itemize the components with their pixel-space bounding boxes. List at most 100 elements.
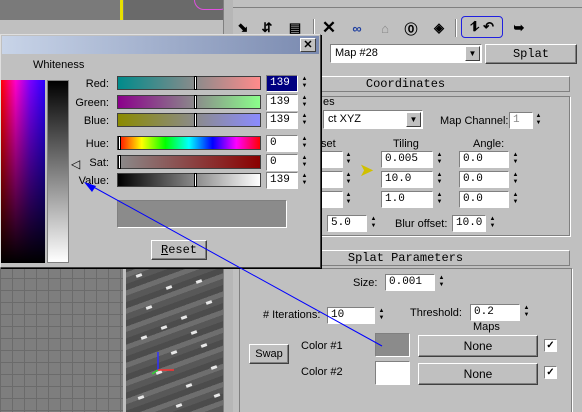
viewport-perspective[interactable] xyxy=(124,0,232,20)
hue-slider[interactable] xyxy=(117,136,261,150)
sat-field[interactable]: 0 xyxy=(266,154,298,171)
spinner-arrows-icon[interactable]: ▲ ▼ xyxy=(377,308,386,323)
map-name-dropdown[interactable]: Map #28 ▼ xyxy=(330,44,482,63)
value-field[interactable]: 139 xyxy=(266,172,298,189)
angle-u-spinner[interactable]: 0.0 ▲ ▼ xyxy=(459,151,521,168)
map-type-button[interactable]: Splat xyxy=(485,44,577,64)
blue-field[interactable]: 139 xyxy=(266,112,298,129)
blur-spinner[interactable]: 5.0 ▲ ▼ xyxy=(327,215,379,232)
iterations-spinner[interactable]: 10 ▲ ▼ xyxy=(327,307,389,324)
dialog-title-bar[interactable]: ✕ xyxy=(2,36,319,54)
mapping-dropdown[interactable]: ct XYZ ▼ xyxy=(323,110,423,129)
sat-slider-thumb[interactable] xyxy=(118,155,121,169)
red-slider[interactable] xyxy=(117,76,261,90)
spinner-arrows-icon[interactable]: ▲ ▼ xyxy=(344,192,353,207)
spinner-arrows-icon[interactable]: ▲ ▼ xyxy=(522,305,531,320)
chevron-down-icon[interactable]: ▼ xyxy=(465,46,480,61)
offset-v-spinner[interactable]: ▲ ▼ xyxy=(321,171,355,188)
spinner-arrows-icon[interactable]: ▲ ▼ xyxy=(344,172,353,187)
angle-w-spinner[interactable]: 0.0 ▲ ▼ xyxy=(459,191,521,208)
value-spinner[interactable]: 139 ▲ ▼ xyxy=(266,172,311,189)
hue-slider-thumb[interactable] xyxy=(118,136,121,150)
angle-v-field[interactable]: 0.0 xyxy=(459,171,509,188)
offset-w-field[interactable] xyxy=(321,191,343,208)
angle-v-spinner[interactable]: 0.0 ▲ ▼ xyxy=(459,171,521,188)
map1-enable-checkbox[interactable]: ✓ xyxy=(544,339,557,352)
spinner-arrows-icon[interactable]: ▲ ▼ xyxy=(488,216,497,231)
spinner-arrows-icon[interactable]: ▲ ▼ xyxy=(300,95,309,110)
blur-offset-field[interactable]: 10.0 xyxy=(452,215,486,232)
value-slider-thumb[interactable] xyxy=(194,173,197,187)
green-spinner[interactable]: 139 ▲ ▼ xyxy=(266,94,311,111)
offset-u-field[interactable] xyxy=(321,151,343,168)
spinner-arrows-icon[interactable]: ▲ ▼ xyxy=(300,113,309,128)
spinner-arrows-icon[interactable]: ▲ ▼ xyxy=(511,152,520,167)
reset-button[interactable]: Reset xyxy=(151,240,207,260)
red-slider-thumb[interactable] xyxy=(194,76,197,90)
map2-enable-checkbox[interactable]: ✓ xyxy=(544,366,557,379)
whiteness-slider[interactable] xyxy=(47,80,69,263)
whiteness-pointer-icon[interactable]: ◁ xyxy=(71,157,80,171)
blur-field[interactable]: 5.0 xyxy=(327,215,367,232)
offset-u-spinner[interactable]: ▲ ▼ xyxy=(321,151,355,168)
threshold-field[interactable]: 0.2 xyxy=(470,304,520,321)
spinner-arrows-icon[interactable]: ▲ ▼ xyxy=(300,155,309,170)
green-slider[interactable] xyxy=(117,95,261,109)
color1-swatch[interactable] xyxy=(375,333,410,357)
green-field[interactable]: 139 xyxy=(266,94,298,111)
spinner-arrows-icon[interactable]: ▲ ▼ xyxy=(344,152,353,167)
map-channel-spinner[interactable]: 1 ▲ ▼ xyxy=(509,112,545,129)
map1-button[interactable]: None xyxy=(418,335,538,357)
spinner-arrows-icon[interactable]: ▲ ▼ xyxy=(511,172,520,187)
angle-u-field[interactable]: 0.0 xyxy=(459,151,509,168)
sat-slider[interactable] xyxy=(117,155,261,169)
delete-icon[interactable]: ✕ xyxy=(319,18,339,38)
blue-slider-thumb[interactable] xyxy=(194,113,197,127)
go-forward-icon[interactable]: ➥ xyxy=(509,18,529,38)
make-unique-icon[interactable]: ∞ xyxy=(347,18,367,38)
swap-button[interactable]: Swap xyxy=(249,344,289,364)
blur-offset-spinner[interactable]: 10.0 ▲ ▼ xyxy=(452,215,498,232)
viewport-splat-preview[interactable] xyxy=(126,266,223,412)
viewport-grid[interactable] xyxy=(0,266,123,412)
tiling-w-field[interactable]: 1.0 xyxy=(381,191,433,208)
chevron-down-icon[interactable]: ▼ xyxy=(406,112,421,127)
spinner-arrows-icon[interactable]: ▲ ▼ xyxy=(435,192,444,207)
tiling-v-field[interactable]: 10.0 xyxy=(381,171,433,188)
hue-field[interactable]: 0 xyxy=(266,135,298,152)
spinner-arrows-icon[interactable]: ▲ ▼ xyxy=(369,216,378,231)
offset-w-spinner[interactable]: ▲ ▼ xyxy=(321,191,355,208)
spinner-arrows-icon[interactable]: ▲ ▼ xyxy=(437,275,446,290)
red-field[interactable]: 139 xyxy=(266,75,298,92)
green-slider-thumb[interactable] xyxy=(194,95,197,109)
close-icon[interactable]: ✕ xyxy=(300,38,316,52)
blue-slider[interactable] xyxy=(117,113,261,127)
spinner-arrows-icon[interactable]: ▲ ▼ xyxy=(300,173,309,188)
spinner-arrows-icon[interactable]: ▲ ▼ xyxy=(435,152,444,167)
tiling-w-spinner[interactable]: 1.0 ▲ ▼ xyxy=(381,191,446,208)
tiling-u-spinner[interactable]: 0.005 ▲ ▼ xyxy=(381,151,446,168)
spinner-arrows-icon[interactable]: ▲ ▼ xyxy=(511,192,520,207)
hue-spinner[interactable]: 0 ▲ ▼ xyxy=(266,135,311,152)
tiling-u-field[interactable]: 0.005 xyxy=(381,151,433,168)
material-id-icon[interactable]: ⓪ xyxy=(401,18,421,38)
put-to-library-icon[interactable]: ⌂ xyxy=(375,18,395,38)
size-spinner[interactable]: 0.001 ▲ ▼ xyxy=(385,274,447,291)
blue-spinner[interactable]: 139 ▲ ▼ xyxy=(266,112,311,129)
show-end-result-icon[interactable]: ⥮ ↶ xyxy=(461,16,503,38)
map2-button[interactable]: None xyxy=(418,363,538,385)
spinner-arrows-icon[interactable]: ▲ ▼ xyxy=(534,113,543,128)
tiling-v-spinner[interactable]: 10.0 ▲ ▼ xyxy=(381,171,446,188)
value-slider[interactable] xyxy=(117,173,261,187)
hue-blackness-picker[interactable] xyxy=(1,80,45,263)
spinner-arrows-icon[interactable]: ▲ ▼ xyxy=(435,172,444,187)
spinner-arrows-icon[interactable]: ▲ ▼ xyxy=(300,76,309,91)
size-field[interactable]: 0.001 xyxy=(385,274,435,291)
threshold-spinner[interactable]: 0.2 ▲ ▼ xyxy=(470,304,532,321)
spinner-arrows-icon[interactable]: ▲ ▼ xyxy=(300,136,309,151)
show-map-icon[interactable]: ◈ xyxy=(429,18,449,38)
color2-swatch[interactable] xyxy=(375,361,410,385)
angle-w-field[interactable]: 0.0 xyxy=(459,191,509,208)
sat-spinner[interactable]: 0 ▲ ▼ xyxy=(266,154,311,171)
offset-v-field[interactable] xyxy=(321,171,343,188)
